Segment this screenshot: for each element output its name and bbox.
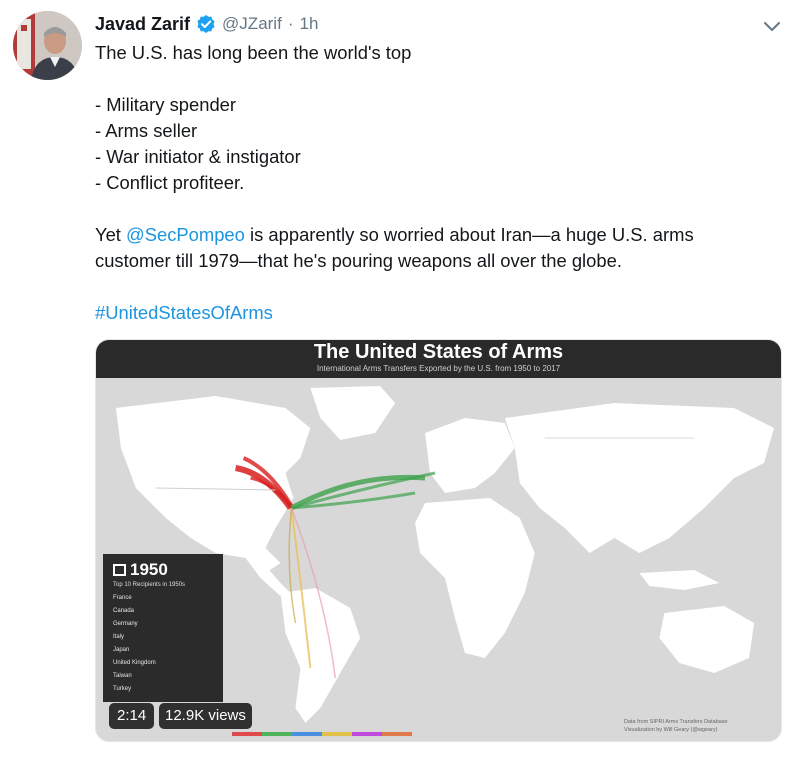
text-line: - Conflict profiteer. — [95, 172, 245, 193]
text-line: Yet @SecPompeo is apparently so worried … — [95, 222, 775, 248]
hashtag-link[interactable]: #UnitedStatesOfArms — [95, 300, 775, 326]
verified-badge-icon — [196, 14, 216, 34]
recipient-item: Canada — [113, 608, 135, 614]
video-title: The United States of Arms — [313, 341, 564, 363]
tweet-header: Javad Zarif @JZarif · 1h — [95, 12, 318, 36]
tweet: Javad Zarif @JZarif · 1h The U.S. has lo… — [0, 0, 801, 757]
recipient-item: Turkey — [113, 686, 132, 692]
text-line: customer till 1979—that he's pouring wea… — [95, 250, 622, 271]
recipient-item: United Kingdom — [113, 660, 156, 666]
text-line: The U.S. has long been the world's top — [95, 42, 412, 63]
recipient-item: France — [113, 595, 132, 601]
calendar-icon — [113, 564, 126, 576]
text-line: - War initiator & instigator — [95, 146, 301, 167]
credit-line: Data from SIPRI Arms Transfers Database — [624, 719, 728, 725]
legend-swatch — [352, 732, 382, 736]
video-title-bar: The United States of Arms International … — [96, 340, 781, 378]
tweet-time[interactable]: 1h — [299, 14, 318, 34]
view-count: 12.9K views — [159, 703, 252, 729]
text-line: - Arms seller — [95, 120, 198, 141]
data-credit: Data from SIPRI Arms Transfers Database … — [624, 718, 728, 734]
text-segment: is apparently so worried about Iran—a hu… — [244, 224, 694, 245]
video-duration: 2:14 — [109, 703, 155, 729]
video-subtitle: International Arms Transfers Exported by… — [316, 364, 561, 373]
tweet-text: The U.S. has long been the world's top -… — [95, 40, 775, 326]
legend-strip — [232, 732, 412, 736]
recipient-item: Germany — [113, 621, 138, 627]
separator-dot: · — [287, 14, 294, 33]
legend-swatch — [232, 732, 262, 736]
video-player[interactable]: The United States of Arms International … — [95, 339, 782, 742]
legend-swatch — [292, 732, 322, 736]
legend-swatch — [322, 732, 352, 736]
avatar[interactable] — [13, 11, 82, 80]
recipient-item: Italy — [113, 634, 125, 640]
text-segment: Yet — [95, 224, 127, 245]
legend-swatch — [382, 732, 412, 736]
recipient-item: Taiwan — [113, 673, 132, 679]
panel-subtitle: Top 10 Recipients in 1950s — [113, 582, 186, 588]
year-panel: 1950 Top 10 Recipients in 1950s France C… — [103, 554, 223, 702]
recipient-list: France Canada Germany Italy Japan United… — [113, 592, 156, 696]
chevron-down-icon[interactable] — [760, 14, 784, 38]
recipient-item: Japan — [113, 647, 130, 653]
text-line: - Military spender — [95, 94, 237, 115]
mention-link[interactable]: @SecPompeo — [126, 224, 245, 245]
year-label: 1950 — [130, 560, 168, 579]
author-handle[interactable]: @JZarif — [222, 14, 282, 34]
avatar-photo — [13, 11, 82, 80]
panel-year: 1950 — [113, 560, 168, 580]
author-name[interactable]: Javad Zarif — [95, 14, 190, 35]
credit-line: Visualization by Will Geary (@wgeary) — [624, 727, 718, 733]
legend-swatch — [262, 732, 292, 736]
